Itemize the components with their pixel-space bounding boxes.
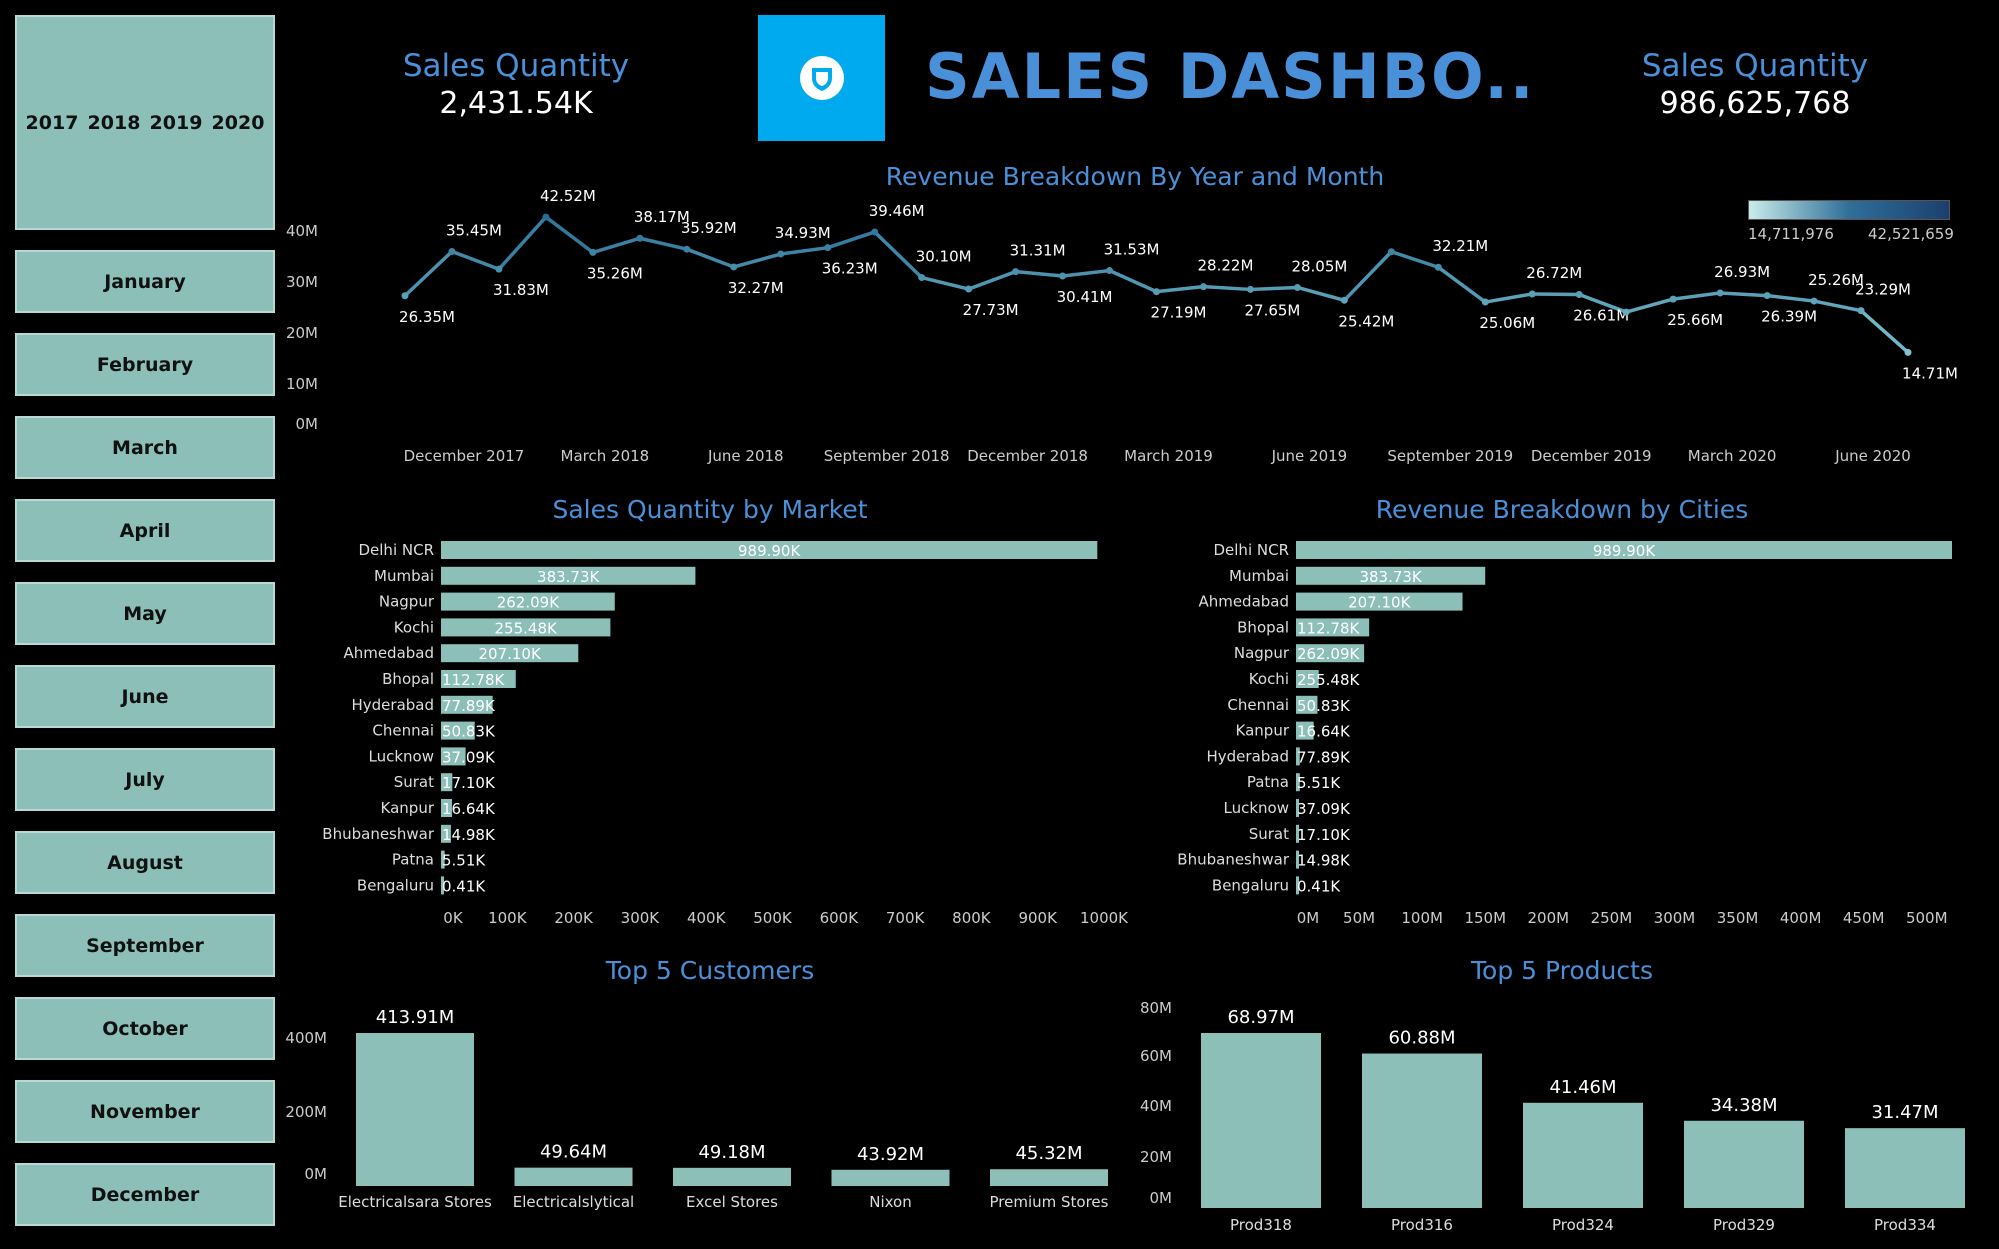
vbar-category-label: Prod324 (1552, 1216, 1614, 1234)
vbar-bar (1523, 1102, 1643, 1208)
vbar-category-label: Prod329 (1713, 1216, 1775, 1234)
vbar-ytick-label: 60M (1140, 1047, 1172, 1065)
vbar-data-label: 60.88M (1388, 1028, 1455, 1049)
vbar-bar (1684, 1120, 1804, 1208)
vbar-bar (1845, 1128, 1965, 1208)
vbar-ytick-label: 20M (1140, 1148, 1172, 1166)
vbar-ytick-label: 80M (1140, 999, 1172, 1017)
vbar-data-label: 41.46M (1549, 1077, 1616, 1098)
vbar-data-label: 31.47M (1871, 1102, 1938, 1123)
products-bar-chart: 0M 20M 40M 60M 80M 68.97M Prod318 60.88M Prod316… (1140, 999, 1965, 1234)
vbar-data-label: 34.38M (1710, 1095, 1777, 1116)
vbar-category-label: Prod318 (1230, 1216, 1292, 1234)
vbar-data-label: 68.97M (1227, 1007, 1294, 1028)
vbar-category-label: Prod316 (1391, 1216, 1453, 1234)
vbar-bar (1201, 1033, 1321, 1208)
vbar-ytick-label: 0M (1150, 1189, 1173, 1207)
vbar-ytick-label: 40M (1140, 1097, 1172, 1115)
vbar-category-label: Prod334 (1874, 1216, 1936, 1234)
vbar-bar (1362, 1053, 1482, 1208)
